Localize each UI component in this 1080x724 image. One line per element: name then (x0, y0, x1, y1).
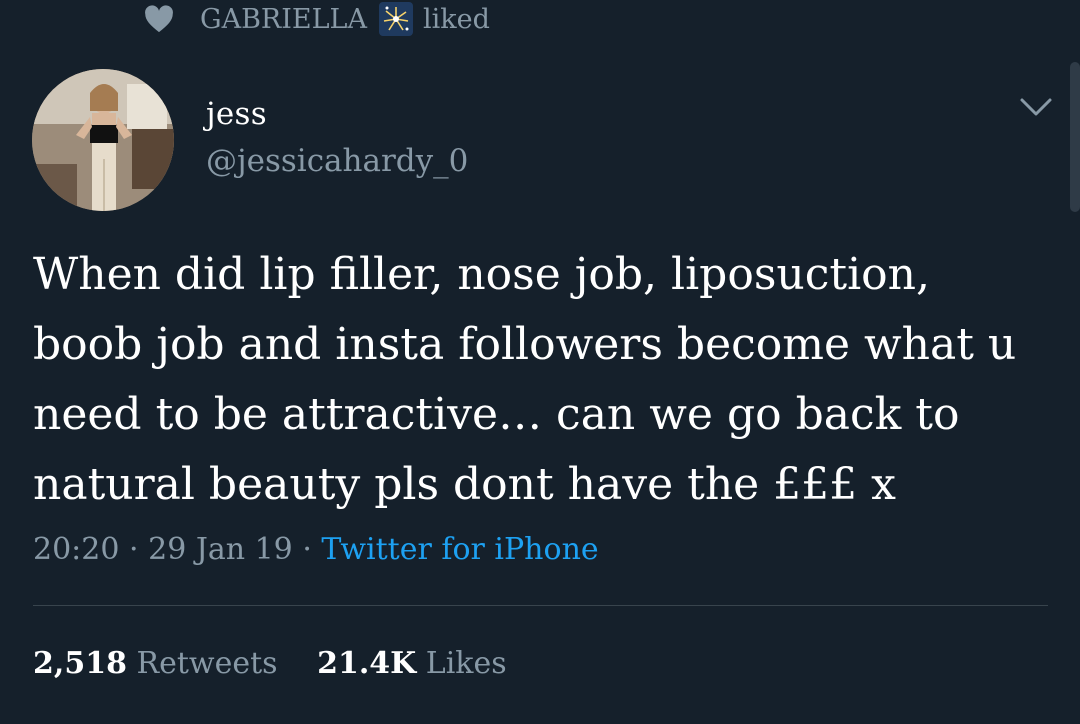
avatar-image (32, 69, 174, 211)
firework-emoji-icon (378, 2, 413, 36)
tweet-meta: 20:20 · 29 Jan 19 · Twitter for iPhone (33, 532, 599, 567)
tweet-source-link[interactable]: Twitter for iPhone (321, 532, 598, 567)
retweets-count: 2,518 (33, 646, 127, 681)
author-display-name[interactable]: jess (206, 96, 267, 132)
heart-icon (145, 5, 173, 33)
retweets-stat[interactable]: 2,518 Retweets (33, 646, 287, 681)
social-action: liked (422, 3, 490, 35)
meta-separator: · (129, 532, 139, 567)
tweet-text: When did lip filler, nose job, liposucti… (33, 249, 1017, 510)
avatar[interactable] (32, 69, 174, 211)
tweet-time: 20:20 (33, 532, 120, 567)
divider (33, 605, 1048, 606)
social-context: GABRIELLA liked (144, 0, 490, 38)
likes-stat[interactable]: 21.4K Likes (317, 646, 507, 681)
scrollbar[interactable] (1070, 62, 1080, 212)
likes-label: Likes (425, 646, 507, 681)
meta-separator: · (302, 532, 312, 567)
tweet-stats: 2,518 Retweets 21.4K Likes (33, 646, 537, 681)
likes-count: 21.4K (317, 646, 417, 681)
chevron-down-icon[interactable] (1016, 92, 1056, 122)
author-handle[interactable]: @jessicahardy_0 (206, 143, 468, 179)
liker-name[interactable]: GABRIELLA (200, 4, 367, 35)
tweet-date: 29 Jan 19 (148, 532, 293, 567)
retweets-label: Retweets (136, 646, 278, 681)
